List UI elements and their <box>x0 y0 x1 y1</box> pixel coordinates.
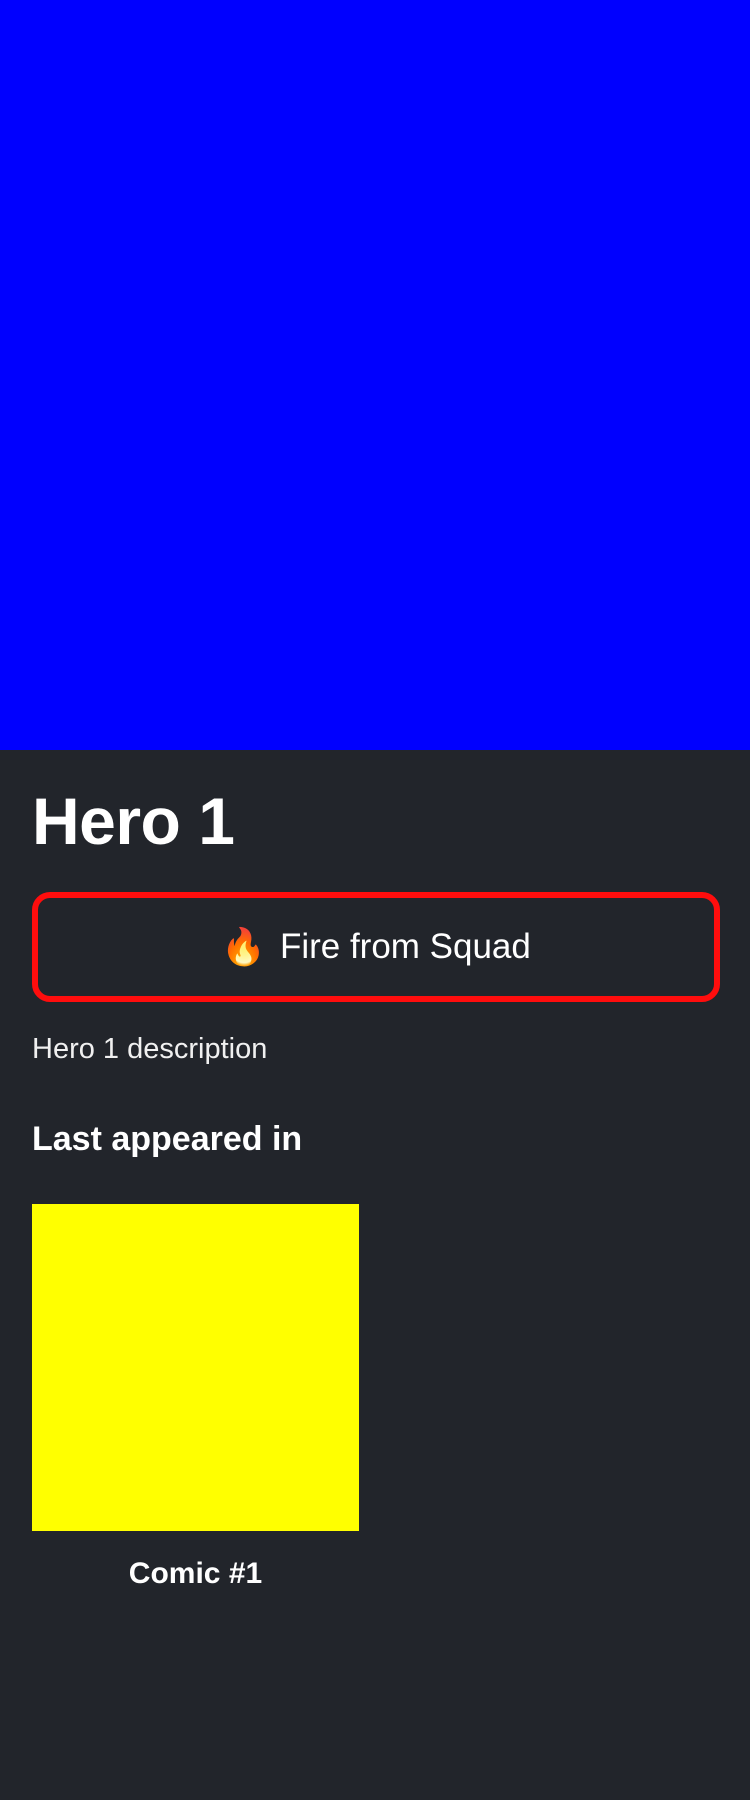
squad-button-label: Fire from Squad <box>279 927 531 966</box>
fire-from-squad-button[interactable]: 🔥 Fire from Squad <box>32 892 720 1002</box>
comic-title: Comic #1 <box>128 1556 263 1590</box>
hero-description: Hero 1 description <box>32 1033 268 1065</box>
hero-title: Hero 1 <box>32 784 235 858</box>
hero-details: Hero 1 🔥 Fire from Squad Hero 1 descript… <box>0 750 750 1591</box>
fire-icon: 🔥 <box>221 926 266 967</box>
hero-image <box>0 0 750 750</box>
last-appeared-heading: Last appeared in <box>32 1119 303 1158</box>
comic-card[interactable]: Comic #1 <box>32 1203 359 1591</box>
comic-thumbnail <box>32 1203 359 1531</box>
